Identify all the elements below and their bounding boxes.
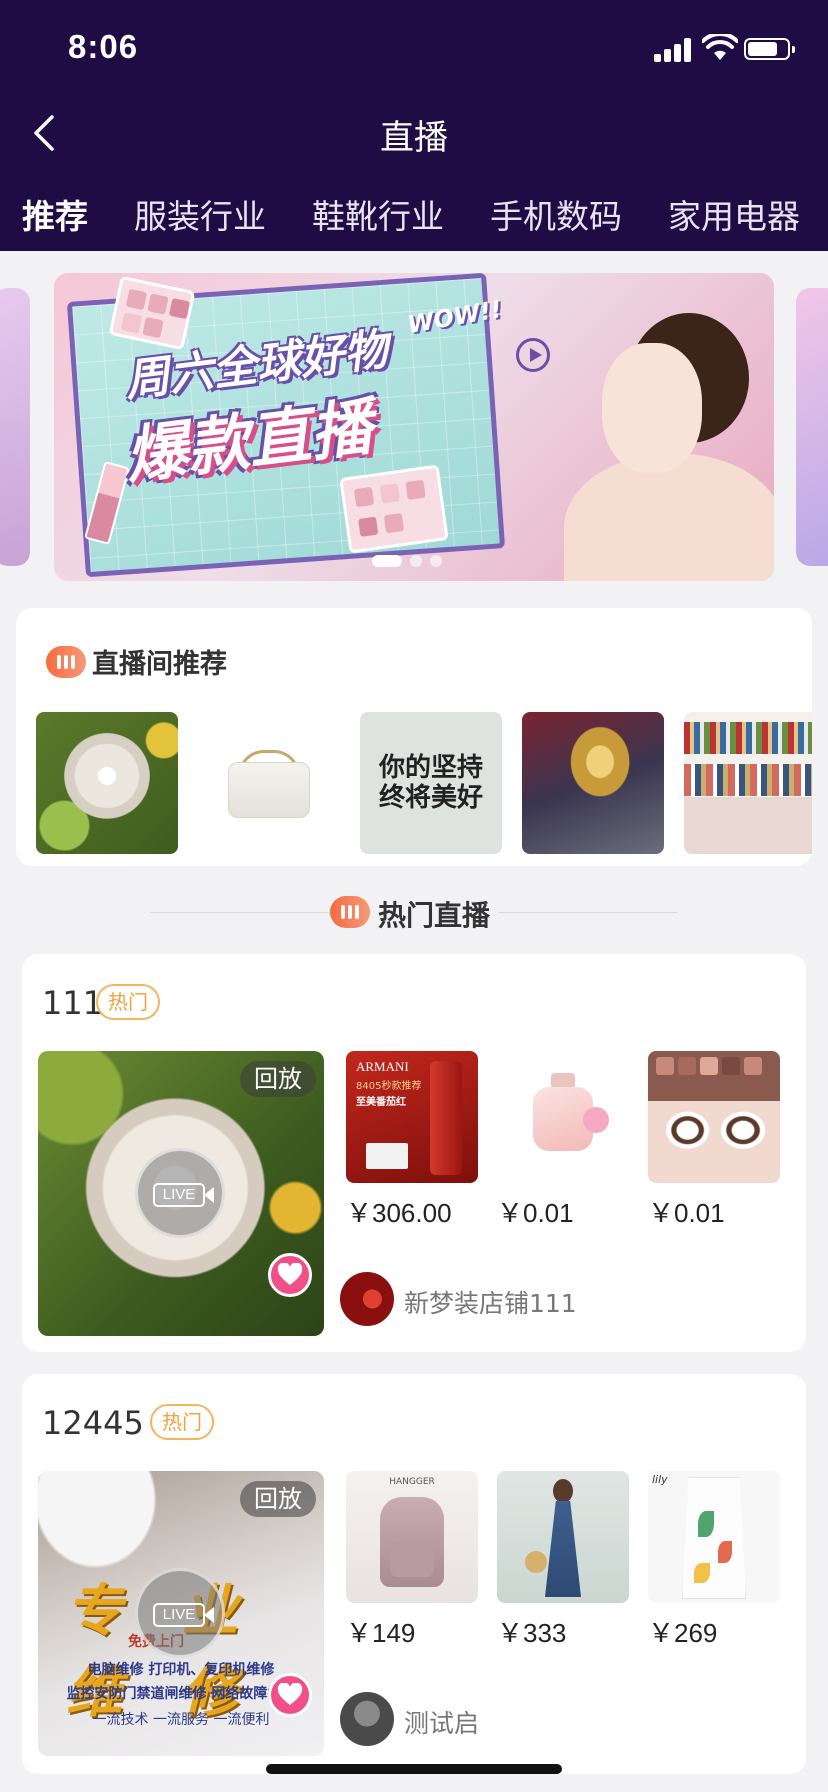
top-header: 8:06 直播 推荐 服装行业 鞋靴行业 手机数码 家用电器 — [0, 0, 828, 251]
shop-name: 新梦装店铺111 — [404, 1289, 577, 1318]
hot-live-header: 热门直播 — [0, 888, 828, 938]
product-item[interactable]: ARMANI 8405秒款推荐 至美番茄红 ￥306.00 — [346, 1051, 478, 1230]
product-price: ￥306.00 — [346, 1198, 452, 1228]
product-price: ￥0.01 — [497, 1198, 574, 1228]
live-bars-icon — [46, 646, 86, 678]
banner-next-peek[interactable] — [796, 288, 828, 566]
quote-line2: 终将美好 — [378, 783, 483, 813]
product-price: ￥0.01 — [648, 1198, 725, 1228]
room-name: 12445 — [42, 1404, 144, 1442]
banner-model-face — [602, 343, 702, 473]
tab-apparel[interactable]: 服装行业 — [134, 190, 266, 240]
divider — [150, 912, 330, 913]
tab-digital[interactable]: 手机数码 — [490, 190, 622, 240]
pagination-dot — [430, 555, 442, 567]
page-title: 直播 — [380, 118, 448, 158]
room-name: 111 — [42, 984, 104, 1022]
product-tag: 8405秒款推荐 — [356, 1081, 422, 1092]
brand-text: HANGGER — [389, 1477, 435, 1487]
product-item[interactable]: HANGGER ￥149 — [346, 1471, 478, 1650]
shop-name: 测试启 — [404, 1709, 480, 1738]
recommend-thumb-ultraman[interactable] — [522, 712, 664, 854]
tab-recommend[interactable]: 推荐 — [22, 190, 88, 240]
signal-icon — [654, 38, 694, 62]
replay-badge: 回放 — [240, 1481, 316, 1517]
recommend-thumb-handbag[interactable] — [198, 712, 340, 854]
shop-avatar — [340, 1692, 394, 1746]
battery-icon — [744, 38, 795, 60]
live-room-card[interactable]: 111 热门 回放 LIVE ARMANI 8405秒款推荐 至美番茄红 ￥30… — [22, 954, 806, 1352]
tab-appliances[interactable]: 家用电器 — [668, 190, 800, 240]
product-item[interactable]: lily ￥269 — [648, 1471, 780, 1650]
product-image-skirt: lily — [648, 1471, 780, 1603]
live-label: LIVE — [153, 1603, 205, 1627]
quote-line1: 你的坚持 — [378, 753, 483, 783]
pagination-dot — [410, 555, 422, 567]
product-price: ￥149 — [346, 1618, 416, 1648]
live-room-card[interactable]: 12445 热门 专业维修 免费上门 电脑维修 打印机、复印机维修 监控安防门禁… — [22, 1374, 806, 1774]
banner-model-image — [564, 453, 774, 581]
live-label: LIVE — [153, 1183, 205, 1207]
hot-badge: 热门 — [96, 984, 160, 1020]
recommend-thumb-bookshelf[interactable] — [684, 712, 812, 854]
shop-avatar — [340, 1272, 394, 1326]
hot-live-title: 热门直播 — [378, 899, 491, 932]
like-button[interactable] — [268, 1673, 312, 1717]
replay-badge: 回放 — [240, 1061, 316, 1097]
product-image-dress — [497, 1471, 629, 1603]
brand-text: lily — [652, 1473, 668, 1486]
hot-badge: 热门 — [150, 1404, 214, 1440]
pagination-dot-active — [372, 555, 402, 567]
status-icons — [654, 34, 795, 66]
cover-line: 一流技术 一流服务 一流便利 — [92, 1712, 270, 1728]
product-image-armani: ARMANI 8405秒款推荐 至美番茄红 — [346, 1051, 478, 1183]
recommend-thumb-dandelion[interactable] — [36, 712, 178, 854]
recommend-thumb-quote[interactable]: 你的坚持 终将美好 — [360, 712, 502, 854]
live-camera-icon: LIVE — [135, 1568, 225, 1658]
cover-line: 电脑维修 打印机、复印机维修 — [87, 1662, 275, 1678]
product-price: ￥333 — [497, 1618, 567, 1648]
section-title: 直播间推荐 — [92, 649, 227, 680]
banner-palette-image — [339, 464, 449, 554]
home-indicator — [266, 1764, 562, 1774]
promo-banner[interactable]: 周六全球好物 爆款直播 WOW!! — [54, 273, 774, 581]
banner-prev-peek[interactable] — [0, 288, 30, 566]
product-image-perfume — [497, 1051, 629, 1183]
like-button[interactable] — [268, 1253, 312, 1297]
product-slogan: 至美番茄红 — [356, 1097, 406, 1108]
live-cover[interactable]: 专业维修 免费上门 电脑维修 打印机、复印机维修 监控安防门禁道闸维修 网络故障… — [38, 1471, 324, 1756]
product-item[interactable]: ￥0.01 — [497, 1051, 629, 1230]
recommend-thumb-list: 你的坚持 终将美好 — [36, 712, 812, 854]
live-camera-icon: LIVE — [135, 1148, 225, 1238]
product-image-backpack: HANGGER — [346, 1471, 478, 1603]
live-room-recommend-card: 直播间推荐 你的坚持 终将美好 — [16, 608, 812, 866]
product-item[interactable]: ￥0.01 — [648, 1051, 780, 1230]
tab-shoes[interactable]: 鞋靴行业 — [312, 190, 444, 240]
product-price: ￥269 — [648, 1618, 718, 1648]
live-bars-icon — [330, 896, 370, 928]
status-time: 8:06 — [68, 28, 139, 65]
wifi-icon — [702, 34, 738, 60]
play-icon — [516, 338, 550, 372]
divider — [498, 912, 678, 913]
banner-pagination — [372, 555, 442, 567]
live-cover[interactable]: 回放 LIVE — [38, 1051, 324, 1336]
product-item[interactable]: ￥333 — [497, 1471, 629, 1650]
brand-text: ARMANI — [356, 1059, 409, 1074]
heart-icon — [277, 1263, 303, 1285]
product-image-eye-makeup — [648, 1051, 780, 1183]
category-tabs: 推荐 服装行业 鞋靴行业 手机数码 家用电器 — [0, 190, 828, 240]
heart-icon — [277, 1683, 303, 1705]
